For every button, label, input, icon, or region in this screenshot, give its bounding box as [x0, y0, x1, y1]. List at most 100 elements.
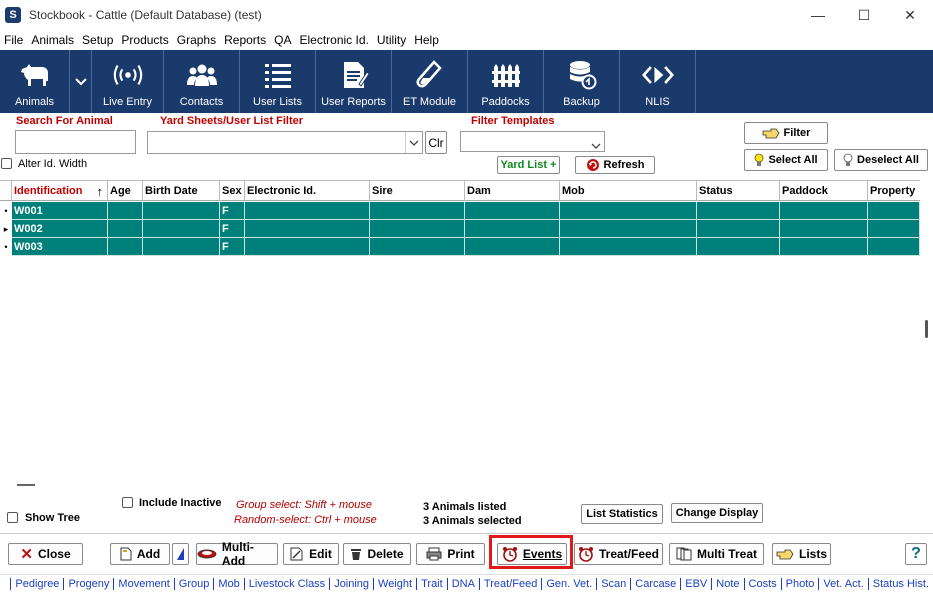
cell-age[interactable] [108, 220, 143, 238]
link-note[interactable]: Note [712, 578, 745, 590]
cell-status[interactable] [697, 202, 780, 220]
link-pedigree[interactable]: Pedigree [11, 578, 65, 590]
vertical-scrollbar-thumb[interactable] [925, 320, 928, 338]
cell-dam[interactable] [465, 202, 560, 220]
link-joining[interactable]: Joining [330, 578, 375, 590]
cell-status[interactable] [697, 238, 780, 256]
cell-dam[interactable] [465, 238, 560, 256]
toolbar-animals-button[interactable]: Animals [0, 50, 70, 113]
cell-paddock[interactable] [780, 238, 868, 256]
link-weight[interactable]: Weight [374, 578, 418, 590]
cell-property[interactable] [868, 220, 920, 238]
menu-file[interactable]: File [0, 33, 27, 47]
show-tree-checkbox[interactable] [7, 512, 18, 523]
cell-identification[interactable]: W001 [12, 202, 108, 220]
cell-identification[interactable]: W002 [12, 220, 108, 238]
toolbar-paddocks-button[interactable]: Paddocks [468, 50, 544, 113]
link-treat-feed[interactable]: Treat/Feed [480, 578, 543, 590]
menu-products[interactable]: Products [117, 33, 172, 47]
deselect-all-button[interactable]: Deselect All [834, 149, 928, 171]
cell-birth-date[interactable] [143, 238, 220, 256]
menu-help[interactable]: Help [410, 33, 443, 47]
cell-mob[interactable] [560, 202, 697, 220]
maximize-button[interactable]: ☐ [841, 0, 887, 30]
cell-paddock[interactable] [780, 220, 868, 238]
link-carcase[interactable]: Carcase [631, 578, 682, 590]
cell-birth-date[interactable] [143, 202, 220, 220]
link-photo[interactable]: Photo [782, 578, 820, 590]
menu-electronic-id[interactable]: Electronic Id. [295, 33, 372, 47]
change-display-button[interactable]: Change Display [671, 503, 763, 523]
animals-dropdown-chevron-icon[interactable] [70, 50, 92, 113]
menu-reports[interactable]: Reports [220, 33, 270, 47]
column-header-age[interactable]: Age [108, 181, 143, 201]
multi-add-button[interactable]: Multi-Add [196, 540, 278, 568]
link-trait[interactable]: Trait [417, 578, 448, 590]
menu-utility[interactable]: Utility [373, 33, 410, 47]
link-vet-act[interactable]: Vet. Act. [819, 578, 869, 590]
menu-graphs[interactable]: Graphs [173, 33, 220, 47]
cell-electronic-id[interactable] [245, 202, 370, 220]
toolbar-backup-button[interactable]: Backup [544, 50, 620, 113]
table-row[interactable]: • W001 F [0, 202, 920, 220]
cell-property[interactable] [868, 202, 920, 220]
table-row[interactable]: ▸ W002 F [0, 220, 920, 238]
menu-setup[interactable]: Setup [78, 33, 117, 47]
refresh-button[interactable]: Refresh [575, 156, 655, 174]
toolbar-et-module-button[interactable]: ET Module [392, 50, 468, 113]
column-header-sire[interactable]: Sire [370, 181, 465, 201]
print-button[interactable]: Print [416, 543, 485, 565]
yard-list-plus-button[interactable]: Yard List + [497, 156, 560, 174]
add-options-button[interactable] [172, 543, 189, 565]
column-header-mob[interactable]: Mob [560, 181, 697, 201]
link-scan[interactable]: Scan [597, 578, 632, 590]
link-progeny[interactable]: Progeny [64, 578, 115, 590]
link-livestock-class[interactable]: Livestock Class [245, 578, 331, 590]
filter-templates-select[interactable] [460, 131, 605, 152]
close-window-button[interactable]: ✕ [887, 0, 933, 30]
delete-button[interactable]: Delete [343, 543, 411, 565]
select-all-button[interactable]: Select All [744, 149, 828, 171]
link-gen-vet[interactable]: Gen. Vet. [542, 578, 598, 590]
column-header-paddock[interactable]: Paddock [780, 181, 868, 201]
yard-sheets-filter-select[interactable] [147, 131, 423, 154]
link-dna[interactable]: DNA [448, 578, 480, 590]
cell-status[interactable] [697, 220, 780, 238]
link-group[interactable]: Group [175, 578, 215, 590]
toolbar-user-reports-button[interactable]: User Reports [316, 50, 392, 113]
link-costs[interactable]: Costs [745, 578, 782, 590]
splitter-handle[interactable] [17, 484, 35, 486]
toolbar-contacts-button[interactable]: Contacts [164, 50, 240, 113]
minimize-button[interactable]: — [795, 0, 841, 30]
cell-sire[interactable] [370, 202, 465, 220]
cell-property[interactable] [868, 238, 920, 256]
column-header-birth-date[interactable]: Birth Date [143, 181, 220, 201]
cell-dam[interactable] [465, 220, 560, 238]
column-header-electronic-id[interactable]: Electronic Id. [245, 181, 370, 201]
column-header-property[interactable]: Property [868, 181, 920, 201]
cell-sire[interactable] [370, 220, 465, 238]
close-button[interactable]: ✕ Close [8, 543, 83, 565]
list-statistics-button[interactable]: List Statistics [581, 504, 663, 524]
column-header-status[interactable]: Status [697, 181, 780, 201]
clear-filter-button[interactable]: Clr [425, 131, 447, 154]
link-ebv[interactable]: EBV [681, 578, 713, 590]
animals-grid[interactable]: Identification ↑ Age Birth Date Sex Elec… [0, 180, 920, 476]
cell-identification[interactable]: W003 [12, 238, 108, 256]
cell-age[interactable] [108, 202, 143, 220]
link-movement[interactable]: Movement [114, 578, 175, 590]
include-inactive-checkbox[interactable] [122, 497, 133, 508]
link-status-hist[interactable]: Status Hist. [869, 578, 933, 590]
cell-sex[interactable]: F [220, 202, 245, 220]
column-header-sex[interactable]: Sex [220, 181, 245, 201]
cell-age[interactable] [108, 238, 143, 256]
cell-sex[interactable]: F [220, 238, 245, 256]
column-header-identification[interactable]: Identification ↑ [12, 181, 108, 201]
add-button[interactable]: Add [110, 543, 170, 565]
alter-id-width-checkbox[interactable] [1, 158, 12, 169]
toolbar-user-lists-button[interactable]: User Lists [240, 50, 316, 113]
cell-mob[interactable] [560, 220, 697, 238]
menu-animals[interactable]: Animals [27, 33, 78, 47]
cell-birth-date[interactable] [143, 220, 220, 238]
toolbar-nlis-button[interactable]: NLIS [620, 50, 696, 113]
